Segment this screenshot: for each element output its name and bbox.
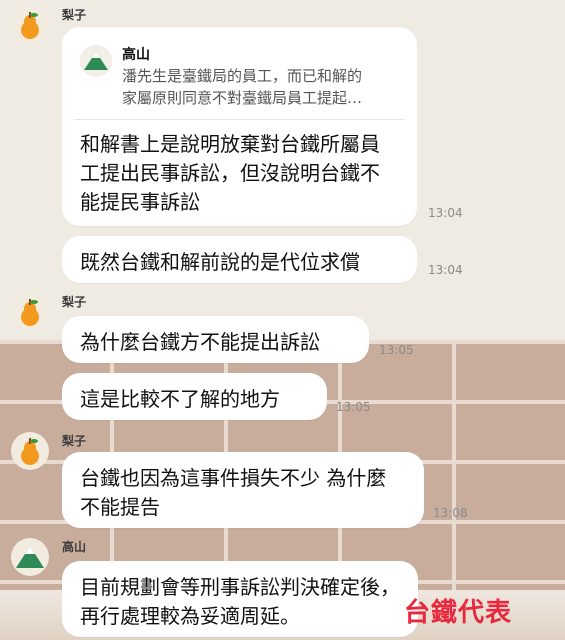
message-bubble[interactable]: 高山 潘先生是臺鐵局的員工，而已和解的 家屬原則同意不對臺鐵局員工提起… 和解書… [62, 27, 417, 226]
pear-avatar[interactable] [11, 6, 49, 44]
pear-icon [21, 12, 39, 39]
message-bubble[interactable]: 既然台鐵和解前說的是代位求償 [62, 236, 417, 283]
watermark-caption: 台鐵代表 [404, 598, 513, 628]
message-text: 目前規劃會等刑事訴訟判決確定後，再行處理較為妥適周延。 [80, 575, 400, 628]
message-time: 13:08 [433, 506, 468, 520]
message-bubble[interactable]: 台鐵也因為這事件損失不少 為什麼不能提告 [62, 452, 424, 528]
message-text: 和解書上是說明放棄對台鐵所屬員工提出民事訴訟，但沒說明台鐵不能提民事訴訟 [80, 132, 380, 214]
quote-text: 潘先生是臺鐵局的員工，而已和解的 家屬原則同意不對臺鐵局員工提起… [122, 67, 363, 107]
sender-name: 高山 [62, 540, 87, 554]
pear-icon [21, 438, 39, 465]
message-time: 13:05 [379, 343, 414, 357]
message-time: 13:05 [336, 400, 371, 414]
quote-sender-name: 高山 [122, 47, 150, 63]
mountain-avatar[interactable] [11, 538, 49, 576]
sender-name: 梨子 [62, 434, 87, 448]
message-text: 這是比較不了解的地方 [80, 387, 280, 411]
sender-name: 梨子 [62, 8, 87, 22]
message-text: 台鐵也因為這事件損失不少 為什麼不能提告 [80, 466, 387, 519]
sender-name: 梨子 [62, 295, 87, 309]
message-text: 既然台鐵和解前說的是代位求償 [80, 250, 360, 274]
pear-icon [21, 299, 39, 326]
message-text: 為什麼台鐵方不能提出訴訟 [80, 330, 320, 354]
quote-avatar [80, 45, 112, 77]
mountain-icon [84, 52, 108, 70]
message-bubble[interactable]: 這是比較不了解的地方 [62, 373, 327, 420]
message-bubble[interactable]: 為什麼台鐵方不能提出訴訟 [62, 316, 369, 363]
message-bubble[interactable]: 目前規劃會等刑事訴訟判決確定後，再行處理較為妥適周延。 [62, 561, 418, 637]
message-time: 13:04 [428, 263, 463, 277]
pear-avatar[interactable] [11, 293, 49, 331]
message-time: 13:04 [428, 206, 463, 220]
pear-avatar[interactable] [11, 432, 49, 470]
quoted-reply[interactable]: 高山 潘先生是臺鐵局的員工，而已和解的 家屬原則同意不對臺鐵局員工提起… [74, 39, 405, 120]
mountain-icon [16, 546, 44, 568]
